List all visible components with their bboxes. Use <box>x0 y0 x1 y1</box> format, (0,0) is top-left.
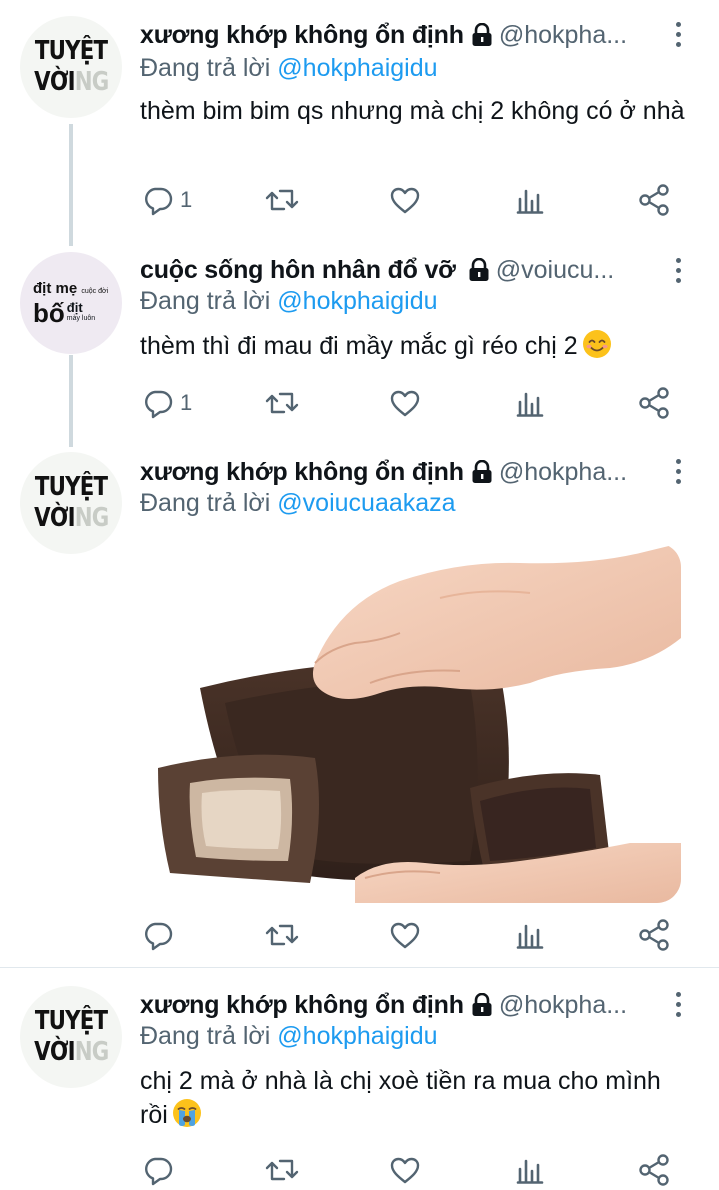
retweet-button[interactable] <box>264 915 300 955</box>
tweet-header: xương khớp không ổn định @hokpha... <box>140 18 679 52</box>
reply-context: Đang trả lời @hokphaigidu <box>140 1022 438 1050</box>
analytics-button[interactable] <box>514 180 546 220</box>
reply-mention-link[interactable]: @voiucuaakaza <box>277 489 455 517</box>
display-name[interactable]: xương khớp không ổn định <box>140 458 464 487</box>
reply-button[interactable]: 1 <box>142 180 192 220</box>
retweet-icon <box>265 392 299 414</box>
analytics-icon <box>516 1159 544 1184</box>
tweet-actions: 1 <box>140 383 675 423</box>
avatar[interactable]: TUYỆT VỜING <box>20 986 122 1088</box>
tweet-text: thèm thì đi mau đi mầy mắc gì réo chị 2 <box>140 329 685 363</box>
reply-context: Đang trả lời @hokphaigidu <box>140 287 438 315</box>
lock-icon <box>471 992 493 1017</box>
heart-icon <box>390 390 420 417</box>
retweet-button[interactable] <box>264 1150 300 1190</box>
analytics-button[interactable] <box>514 383 546 423</box>
retweet-icon <box>265 924 299 946</box>
like-button[interactable] <box>389 915 421 955</box>
avatar-text: TUYỆT <box>34 36 108 66</box>
retweet-icon <box>265 1159 299 1181</box>
heart-icon <box>390 922 420 949</box>
share-button[interactable] <box>637 1150 671 1190</box>
reply-button[interactable] <box>142 915 180 955</box>
reply-button[interactable]: 1 <box>142 383 192 423</box>
display-name[interactable]: xương khớp không ổn định <box>140 21 464 50</box>
retweet-icon <box>265 189 299 211</box>
tweet-header: xương khớp không ổn định @hokpha... <box>140 455 679 489</box>
share-button[interactable] <box>637 180 671 220</box>
avatar-text: VỜING <box>33 67 109 97</box>
analytics-icon <box>516 924 544 949</box>
avatar-text: địt mẹ cuộc đời <box>33 280 109 297</box>
avatar-text: VỜING <box>33 503 109 533</box>
reply-mention-link[interactable]: @hokphaigidu <box>277 54 437 82</box>
reply-count: 1 <box>180 187 193 212</box>
reply-context: Đang trả lời @hokphaigidu <box>140 54 438 82</box>
analytics-button[interactable] <box>514 1150 546 1190</box>
avatar-text: bố địt mày luôn <box>33 298 96 328</box>
share-icon <box>639 387 669 419</box>
crying-face-emoji <box>172 1099 201 1127</box>
user-handle[interactable]: @voiucu... <box>496 256 614 285</box>
tweet-header: cuộc sống hôn nhân đổ vỡ @voiucu... <box>140 253 679 287</box>
share-icon <box>639 1154 669 1186</box>
reply-icon <box>145 187 173 216</box>
reply-mention-link[interactable]: @hokphaigidu <box>277 287 437 315</box>
like-button[interactable] <box>389 180 421 220</box>
tweet-actions <box>140 915 675 955</box>
tweet[interactable]: TUYỆT VỜING xương khớp không ổn định @ho… <box>0 0 719 240</box>
smiling-face-emoji <box>582 330 611 358</box>
user-handle[interactable]: @hokpha... <box>499 21 627 50</box>
tweet[interactable]: địt mẹ cuộc đời bố địt mày luôn cuộc sống… <box>0 240 719 447</box>
retweet-button[interactable] <box>264 383 300 423</box>
tweet[interactable]: TUYỆT VỜING xương khớp không ổn định @ho… <box>0 447 719 967</box>
more-options-icon[interactable] <box>674 20 682 50</box>
share-icon <box>639 919 669 951</box>
lock-icon <box>468 257 490 282</box>
share-button[interactable] <box>637 915 671 955</box>
analytics-button[interactable] <box>514 915 546 955</box>
avatar-text: TUYỆT <box>34 472 108 502</box>
reply-mention-link[interactable]: @hokphaigidu <box>277 1022 437 1050</box>
reply-button[interactable] <box>142 1150 180 1190</box>
heart-icon <box>390 187 420 214</box>
tweet-header: xương khớp không ổn định @hokpha... <box>140 988 679 1022</box>
more-options-icon[interactable] <box>674 256 682 286</box>
avatar[interactable]: TUYỆT VỜING <box>20 452 122 554</box>
analytics-icon <box>516 392 544 417</box>
reply-icon <box>145 1157 173 1186</box>
tweet-actions: 1 <box>140 180 675 220</box>
user-handle[interactable]: @hokpha... <box>499 991 627 1020</box>
avatar-text: TUYỆT <box>34 1006 108 1036</box>
like-button[interactable] <box>389 1150 421 1190</box>
tweet-actions <box>140 1150 675 1190</box>
display-name[interactable]: xương khớp không ổn định <box>140 991 464 1020</box>
tweet[interactable]: TUYỆT VỜING xương khớp không ổn định @ho… <box>0 968 719 1190</box>
more-options-icon[interactable] <box>674 457 682 487</box>
tweet-text: thèm bim bim qs nhưng mà chị 2 không có … <box>140 97 685 125</box>
share-button[interactable] <box>637 383 671 423</box>
display-name[interactable]: cuộc sống hôn nhân đổ vỡ <box>140 256 456 285</box>
lock-icon <box>471 459 493 484</box>
avatar[interactable]: TUYỆT VỜING <box>20 16 122 118</box>
reply-context: Đang trả lời @voiucuaakaza <box>140 489 456 517</box>
more-options-icon[interactable] <box>674 990 682 1020</box>
tweet-media-image[interactable] <box>140 543 681 903</box>
user-handle[interactable]: @hokpha... <box>499 458 627 487</box>
reply-icon <box>145 390 173 419</box>
heart-icon <box>390 1157 420 1184</box>
like-button[interactable] <box>389 383 421 423</box>
analytics-icon <box>516 189 544 214</box>
tweet-text: chị 2 mà ở nhà là chị xoè tiền ra mua ch… <box>140 1067 661 1129</box>
retweet-button[interactable] <box>264 180 300 220</box>
avatar-text: VỜING <box>33 1037 109 1067</box>
lock-icon <box>471 22 493 47</box>
empty-wallet-photo <box>140 543 681 903</box>
reply-icon <box>145 922 173 951</box>
share-icon <box>639 184 669 216</box>
reply-count: 1 <box>180 390 193 415</box>
avatar[interactable]: địt mẹ cuộc đời bố địt mày luôn <box>20 252 122 354</box>
